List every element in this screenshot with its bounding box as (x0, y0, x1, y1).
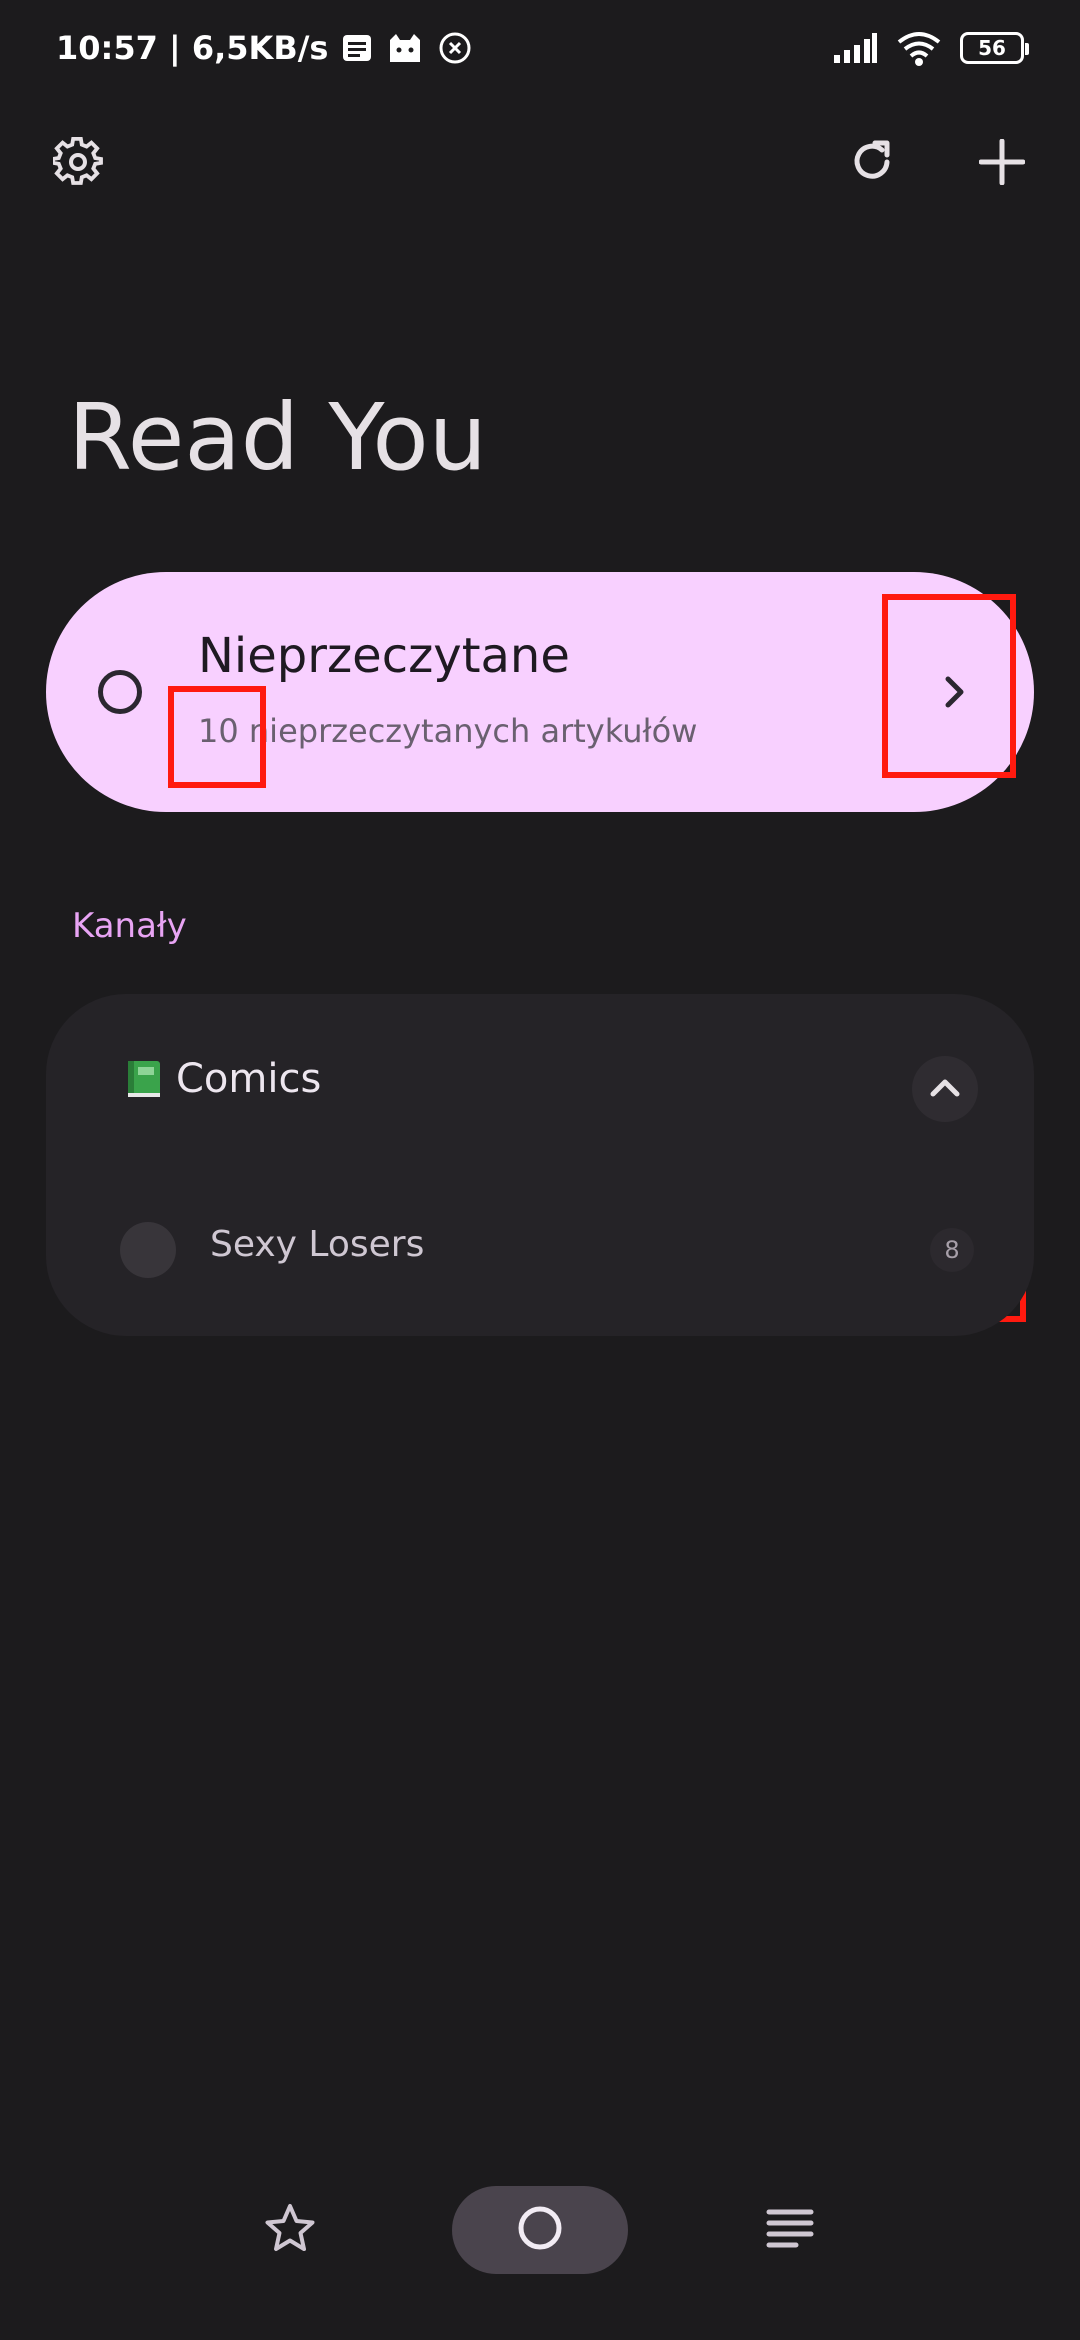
feed-unread-count: 8 (930, 1228, 974, 1272)
cat-icon (386, 32, 424, 64)
chevron-up-icon (929, 1076, 961, 1102)
feed-row[interactable]: Sexy Losers 8 (46, 1194, 1034, 1294)
group-name: Comics (176, 1056, 322, 1102)
unread-title: Nieprzeczytane (198, 628, 570, 684)
signal-icon (832, 33, 878, 63)
green-book-icon (126, 1059, 162, 1099)
collapse-button[interactable] (912, 1056, 978, 1122)
unread-card[interactable]: Nieprzeczytane 10 nieprzeczytanych artyk… (46, 572, 1034, 812)
group-header[interactable]: Comics (126, 1056, 321, 1102)
bottom-nav (0, 2180, 1080, 2280)
nav-unread[interactable] (452, 2186, 628, 2274)
unread-subtitle: 10 nieprzeczytanych artykułów (198, 712, 698, 750)
battery-level: 56 (978, 36, 1006, 60)
battery-icon: 56 (960, 32, 1029, 64)
settings-button[interactable] (30, 116, 126, 212)
page-title: Read You (68, 384, 487, 491)
group-card: Comics Sexy Losers 8 (46, 994, 1034, 1336)
nav-starred[interactable] (246, 2186, 334, 2274)
chevron-right-icon[interactable] (922, 660, 986, 724)
status-right: 56 (832, 24, 1029, 72)
wifi-icon (896, 30, 942, 66)
circle-icon (516, 2204, 564, 2256)
section-label-channels: Kanały (72, 906, 187, 946)
notes-icon (342, 34, 372, 62)
add-feed-button[interactable] (954, 116, 1050, 212)
feed-name: Sexy Losers (210, 1224, 425, 1265)
refresh-button[interactable] (824, 116, 920, 212)
gear-icon (51, 136, 103, 191)
unread-radio-icon (98, 670, 142, 714)
plus-icon (978, 138, 1026, 189)
feed-avatar (120, 1222, 176, 1278)
list-icon (766, 2208, 814, 2252)
star-icon (264, 2203, 316, 2257)
status-left: 10:57 | 6,5KB/s (56, 24, 472, 72)
nav-all[interactable] (746, 2186, 834, 2274)
status-time-speed: 10:57 | 6,5KB/s (56, 29, 329, 67)
x-circle-icon (438, 31, 472, 65)
status-bar: 10:57 | 6,5KB/s 56 (0, 0, 1080, 96)
refresh-icon (847, 137, 897, 191)
